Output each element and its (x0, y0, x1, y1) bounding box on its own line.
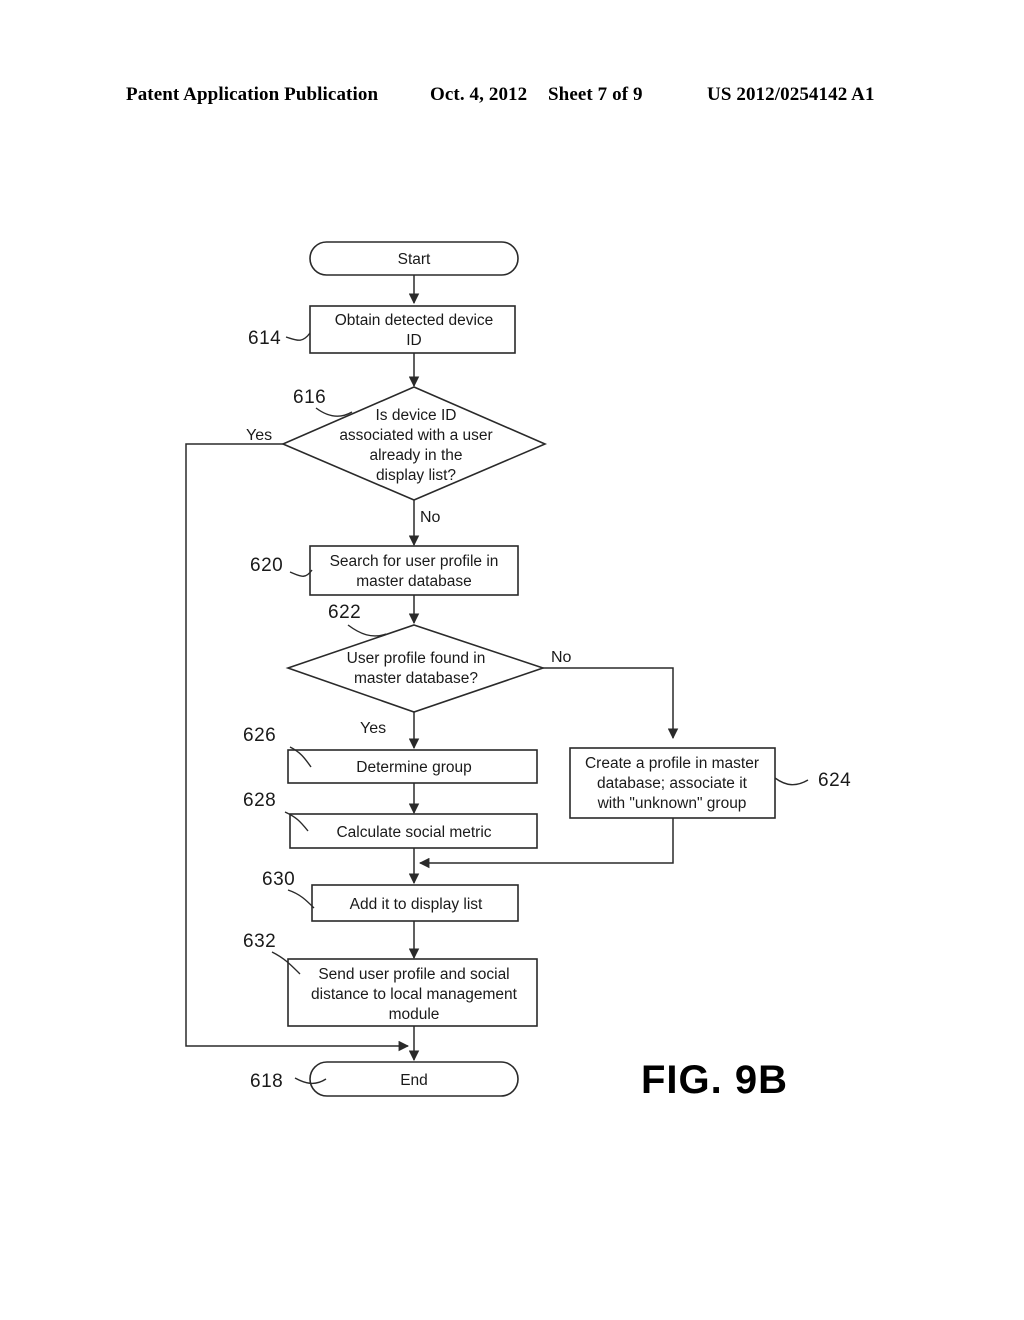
ref-label-614: 614 (248, 328, 281, 349)
node-616-line4: display list? (376, 467, 456, 484)
node-632-send-profile: Send user profile and social distance to… (287, 958, 538, 1027)
node-622-line1: User profile found in (347, 650, 486, 667)
ref-label-622: 622 (328, 602, 361, 623)
leader-616 (315, 407, 353, 417)
node-616-line1: Is device ID (376, 407, 457, 424)
node-624-line1: Create a profile in master (585, 755, 759, 772)
edge-label-616-yes: Yes (246, 427, 272, 444)
node-end-label: End (400, 1072, 428, 1089)
edge-label-622-no: No (551, 649, 572, 666)
node-end: End (309, 1061, 519, 1097)
node-622-line2: master database? (354, 670, 478, 687)
ref-label-626: 626 (243, 725, 276, 746)
leader-614 (285, 332, 311, 341)
node-626-determine-group: Determine group (287, 749, 538, 784)
node-630-add-to-display-list: Add it to display list (311, 884, 519, 922)
node-624-line3: with "unknown" group (597, 795, 747, 812)
ref-label-628: 628 (243, 790, 276, 811)
node-616-line2: associated with a user (339, 427, 492, 444)
edge-616-yes-loop (185, 443, 410, 1052)
node-614-line2: ID (406, 332, 422, 349)
node-632-line3: module (389, 1006, 440, 1023)
edge-label-616-no: No (420, 509, 441, 526)
leader-620 (289, 569, 313, 577)
ref-label-616: 616 (293, 387, 326, 408)
node-620-search-profile: Search for user profile in master databa… (309, 545, 519, 596)
node-626-label: Determine group (356, 759, 471, 776)
node-624-line2: database; associate it (597, 775, 748, 792)
leader-622 (347, 624, 387, 637)
edge-622-no-to-624 (543, 667, 679, 740)
ref-label-632: 632 (243, 931, 276, 952)
ref-label-630: 630 (262, 869, 295, 890)
ref-label-618: 618 (250, 1071, 283, 1092)
leader-630 (287, 889, 315, 909)
ref-label-620: 620 (250, 555, 283, 576)
node-start: Start (309, 241, 519, 276)
flowchart-figure: Start Obtain detected device ID 614 Is d… (0, 0, 1024, 1320)
node-622-profile-found-decision: User profile found in master database? (285, 624, 546, 713)
node-628-calculate-social-metric: Calculate social metric (289, 813, 538, 849)
node-628-label: Calculate social metric (336, 824, 491, 841)
leader-624 (774, 777, 809, 786)
node-630-label: Add it to display list (350, 896, 483, 913)
node-632-line2: distance to local management (311, 986, 518, 1003)
node-624-create-profile: Create a profile in master database; ass… (569, 747, 776, 819)
node-614-obtain-device-id: Obtain detected device ID (309, 305, 516, 354)
node-620-line1: Search for user profile in (330, 553, 499, 570)
node-614-line1: Obtain detected device (335, 312, 494, 329)
node-616-line3: already in the (369, 447, 462, 464)
ref-label-624: 624 (818, 770, 851, 791)
edge-label-622-yes: Yes (360, 720, 386, 737)
node-632-line1: Send user profile and social (318, 966, 509, 983)
figure-label: FIG. 9B (641, 1058, 788, 1102)
node-start-label: Start (398, 251, 431, 268)
node-620-line2: master database (356, 573, 471, 590)
